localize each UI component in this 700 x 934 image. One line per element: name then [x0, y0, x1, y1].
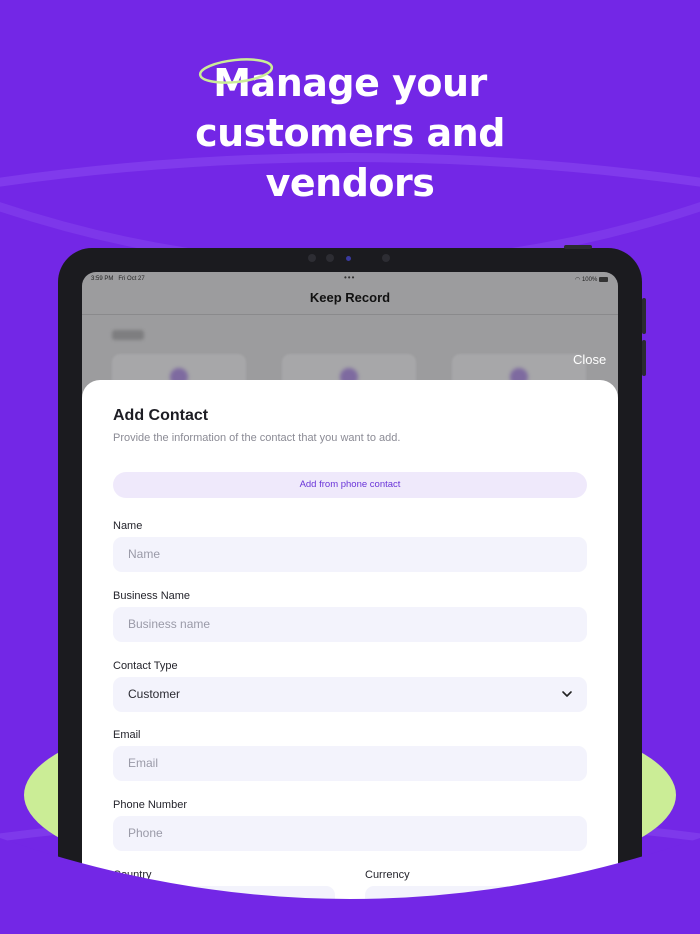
- contact-type-label: Contact Type: [113, 660, 178, 672]
- business-name-input[interactable]: Business name: [113, 607, 587, 642]
- headline-line-2: customers and: [195, 111, 505, 155]
- tablet-volume-button: [642, 298, 646, 334]
- tablet-power-button: [564, 245, 592, 249]
- camera-lens-icon: [346, 256, 351, 261]
- business-name-label: Business Name: [113, 590, 191, 602]
- chevron-down-icon: [562, 691, 572, 697]
- status-bar: 3:59 PM Fri Oct 27 ••• ◠ 100%: [82, 272, 618, 288]
- camera-dot-icon: [326, 254, 334, 262]
- bottom-curve-mask: [0, 838, 700, 934]
- add-from-phone-contact-button[interactable]: Add from phone contact: [113, 472, 587, 498]
- contact-type-select[interactable]: Customer: [113, 677, 587, 712]
- app-title: Keep Record: [309, 290, 391, 305]
- header-divider: [82, 314, 618, 315]
- name-label: Name: [113, 520, 143, 532]
- camera-dot-icon: [382, 254, 390, 262]
- headline: Manage your customers and vendors: [0, 58, 700, 208]
- tablet-volume-button: [642, 340, 646, 376]
- multitasking-dots-icon[interactable]: •••: [344, 273, 355, 282]
- name-input[interactable]: Name: [113, 537, 587, 572]
- halo-doodle-icon: [198, 58, 274, 84]
- battery-icon: [599, 277, 608, 282]
- battery-indicator: ◠ 100%: [575, 276, 608, 283]
- background-section-label: [112, 330, 144, 340]
- close-button[interactable]: Close: [573, 352, 606, 367]
- contact-type-value: Customer: [128, 687, 181, 701]
- status-time: 3:59 PM Fri Oct 27: [91, 276, 145, 282]
- sheet-title: Add Contact: [113, 407, 209, 424]
- headline-line-3: vendors: [265, 161, 435, 205]
- sheet-subtitle: Provide the information of the contact t…: [113, 432, 401, 444]
- camera-dot-icon: [308, 254, 316, 262]
- email-label: Email: [113, 729, 141, 741]
- headline-line-1: Manage your: [213, 61, 487, 105]
- wifi-icon: ◠: [575, 277, 581, 283]
